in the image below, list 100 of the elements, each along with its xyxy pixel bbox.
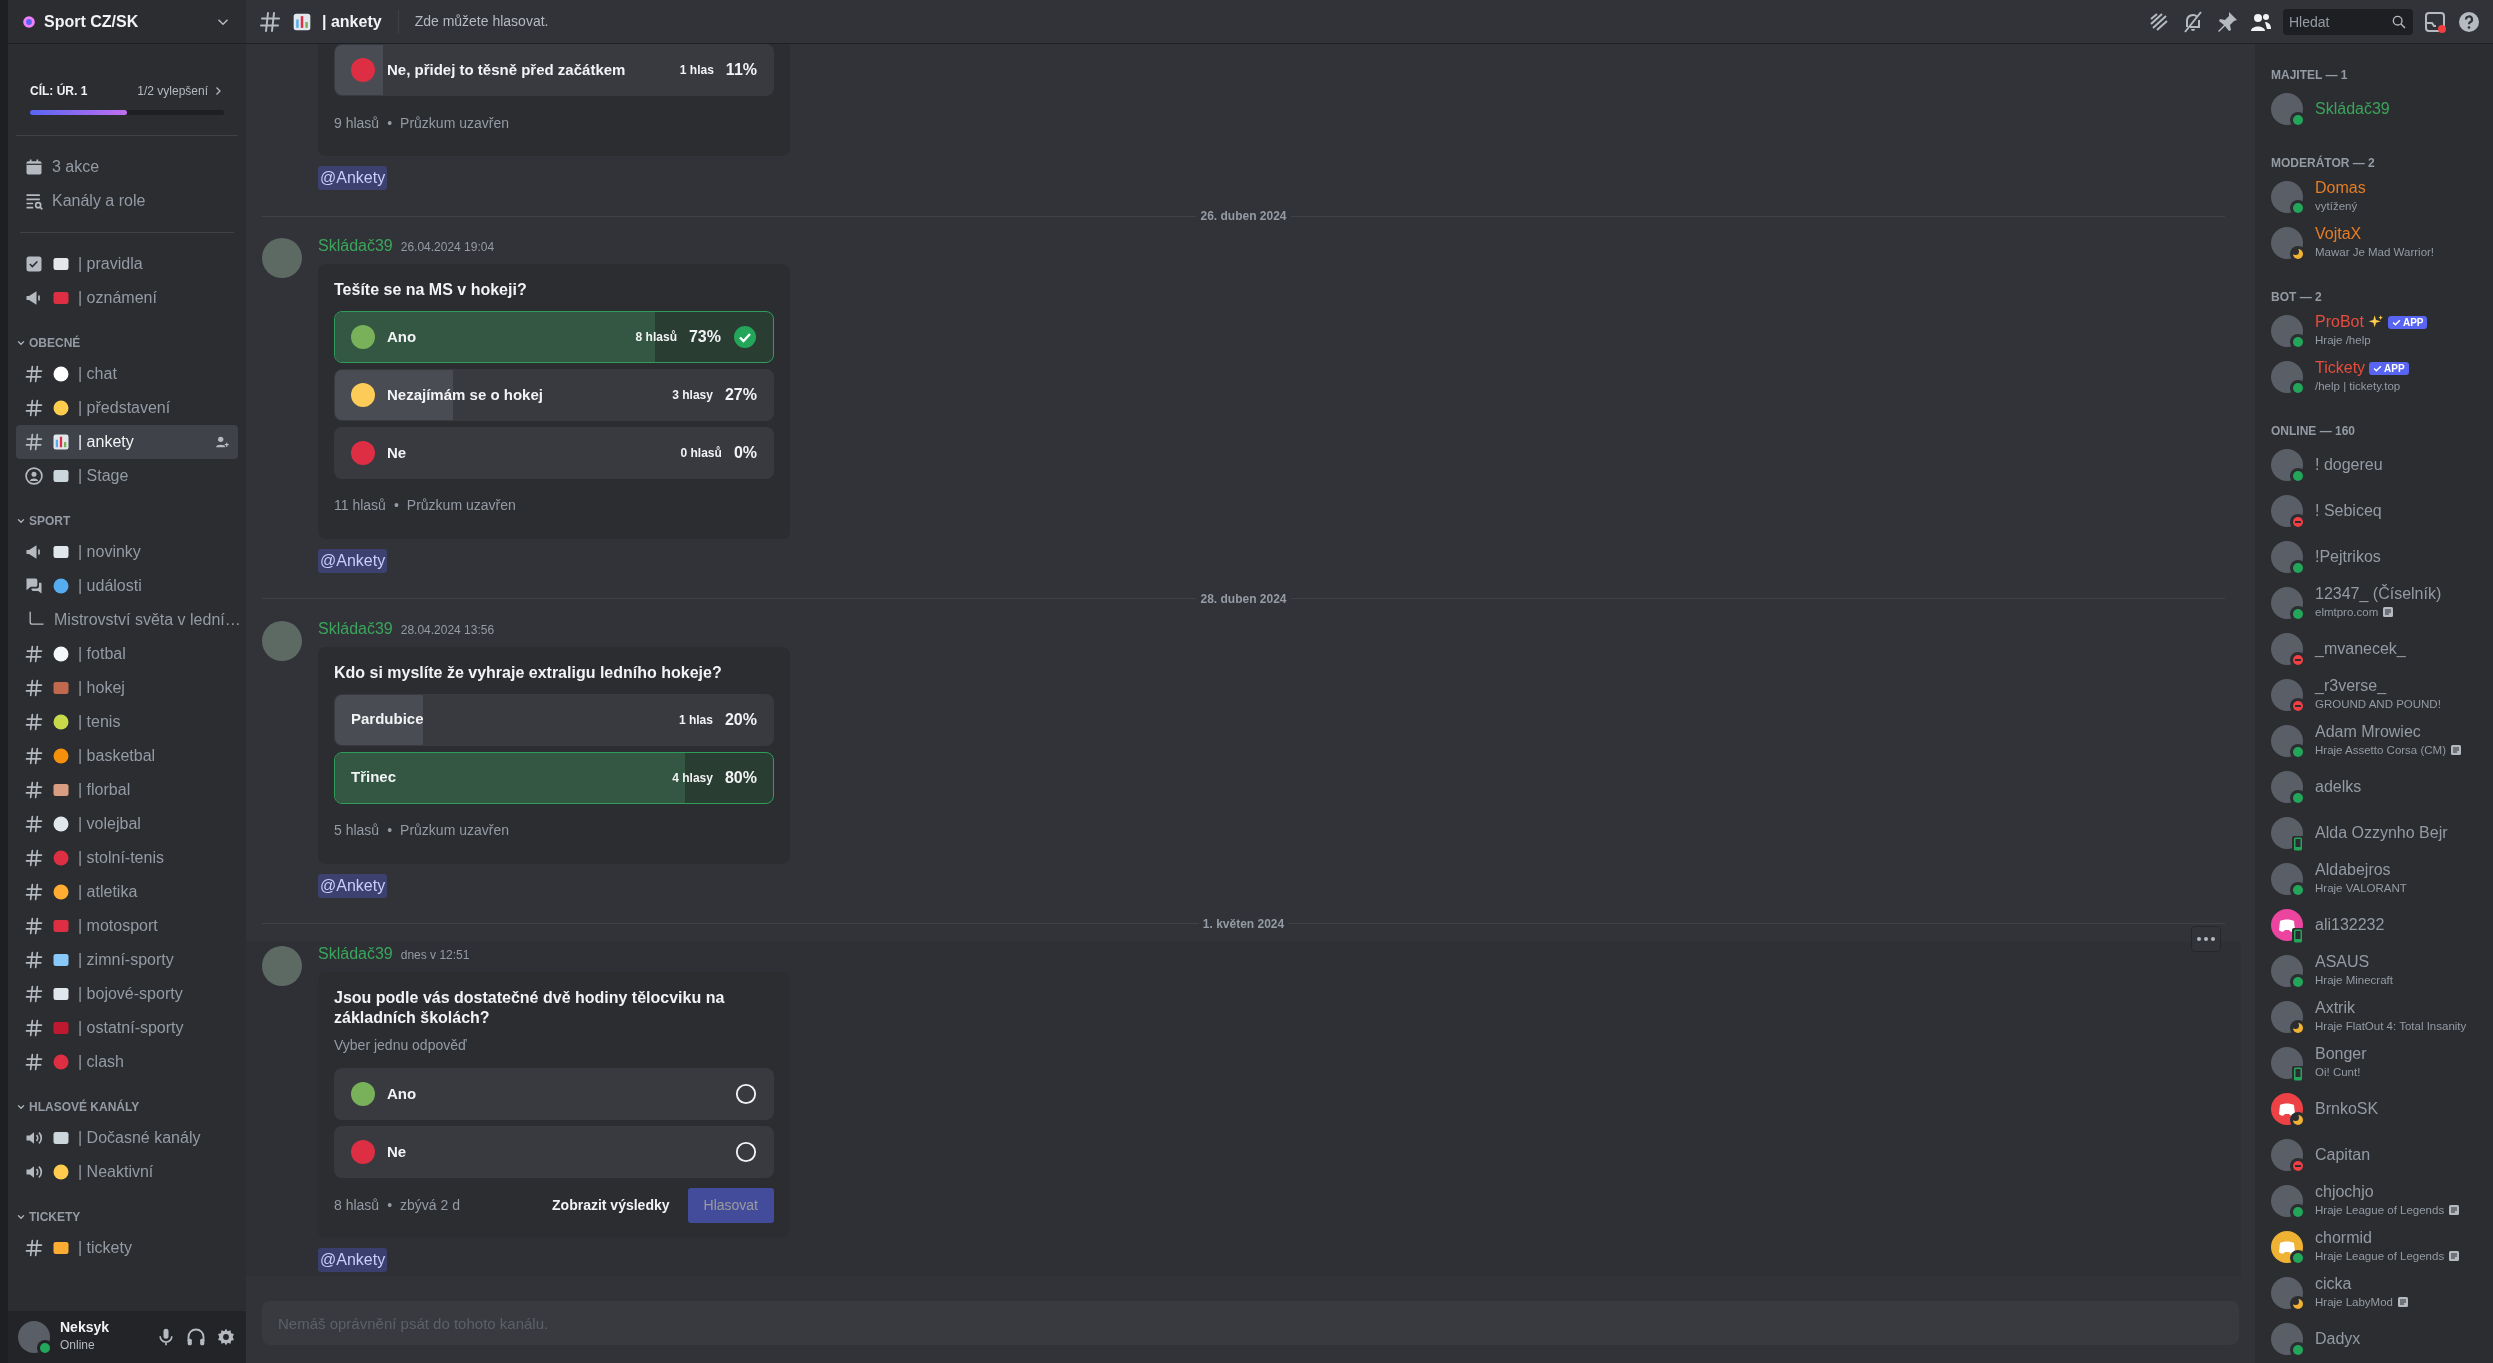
- channel-item[interactable]: | novinky: [16, 535, 238, 569]
- role-mention[interactable]: @Ankety: [318, 548, 388, 573]
- member-item[interactable]: adelks: [2263, 764, 2485, 810]
- member-item[interactable]: !Pejtrikos: [2263, 534, 2485, 580]
- channel-item[interactable]: | Stage: [16, 459, 238, 493]
- radio-icon[interactable]: [735, 1083, 757, 1106]
- vote-count: 0 hlasů: [680, 444, 722, 462]
- channel-item[interactable]: | tickety: [16, 1231, 238, 1265]
- member-item[interactable]: chjochjo Hraje League of Legends: [2263, 1178, 2485, 1224]
- emoji-icon: [52, 467, 70, 485]
- poll-status: Průzkum uzavřen: [400, 821, 509, 841]
- role-mention[interactable]: @Ankety: [318, 873, 388, 898]
- hash-icon: [24, 678, 44, 698]
- emoji-icon: [52, 815, 70, 833]
- member-item[interactable]: Domas vytížený: [2263, 174, 2485, 220]
- channel-item[interactable]: | zimní-sporty: [16, 943, 238, 977]
- member-group-header: BOT — 2: [2271, 289, 2323, 304]
- channel-item[interactable]: | ankety: [16, 425, 238, 459]
- category-header[interactable]: OBECNÉ: [16, 333, 238, 353]
- emoji-icon: [52, 951, 70, 969]
- server-name[interactable]: Sport CZ/SK: [44, 9, 214, 34]
- member-item[interactable]: Aldabejros Hraje VALORANT: [2263, 856, 2485, 902]
- member-group-header: ONLINE — 160: [2271, 423, 2357, 438]
- member-item[interactable]: cicka Hraje LabyMod: [2263, 1270, 2485, 1316]
- member-activity: Hraje FlatOut 4: Total Insanity: [2315, 1018, 2467, 1034]
- role-mention[interactable]: @Ankety: [318, 1248, 388, 1273]
- show-results-button[interactable]: Zobrazit výsledky: [542, 1188, 680, 1222]
- date-divider: 26. duben 2024: [1199, 208, 1288, 225]
- member-item[interactable]: _mvanecek_: [2263, 626, 2485, 672]
- inbox-icon[interactable]: [2423, 9, 2447, 34]
- channel-item[interactable]: | basketbal: [16, 739, 238, 773]
- member-item[interactable]: Capitan: [2263, 1132, 2485, 1178]
- headphones-icon[interactable]: [186, 1327, 206, 1347]
- channel-item[interactable]: | představení: [16, 391, 238, 425]
- boost-count-link[interactable]: 1/2 vylepšení: [137, 82, 208, 100]
- channel-item[interactable]: | pravidla: [16, 247, 238, 281]
- author-name[interactable]: Skládač39: [318, 234, 393, 258]
- category-header[interactable]: SPORT: [16, 511, 238, 531]
- channel-item[interactable]: Mistrovství světa v lední…: [16, 603, 238, 637]
- member-item[interactable]: ali132232: [2263, 902, 2485, 948]
- member-item[interactable]: _r3verse_ GROUND AND POUND!: [2263, 672, 2485, 718]
- vote-percent: 27%: [724, 384, 757, 405]
- member-item[interactable]: Bonger Oi! Cunt!: [2263, 1040, 2485, 1086]
- channel-item[interactable]: | bojové-sporty: [16, 977, 238, 1011]
- channel-item[interactable]: | oznámení: [16, 281, 238, 315]
- member-activity: Hraje LabyMod: [2315, 1294, 2393, 1310]
- hash-icon: [24, 1018, 44, 1038]
- sidebar-item[interactable]: Kanály a role: [16, 184, 238, 218]
- member-item[interactable]: Alda Ozzynho Bejr: [2263, 810, 2485, 856]
- member-item[interactable]: ASAUS Hraje Minecraft: [2263, 948, 2485, 994]
- member-item[interactable]: ! Sebiceq: [2263, 488, 2485, 534]
- member-item[interactable]: chormid Hraje League of Legends: [2263, 1224, 2485, 1270]
- member-item[interactable]: ! dogereu: [2263, 442, 2485, 488]
- channel-item[interactable]: | florbal: [16, 773, 238, 807]
- channel-item[interactable]: | atletika: [16, 875, 238, 909]
- poll-question: Jsou podle vás dostatečné dvě hodiny tělocviku na základních školách?: [334, 987, 726, 1029]
- member-name: Axtrik: [2315, 999, 2355, 1018]
- member-item[interactable]: Axtrik Hraje FlatOut 4: Total Insanity: [2263, 994, 2485, 1040]
- member-item[interactable]: Tickety APP /help | tickety.top: [2263, 354, 2485, 400]
- emoji-icon: [52, 781, 70, 799]
- search-field[interactable]: Hledat: [2283, 8, 2413, 35]
- search-icon: [2391, 13, 2407, 30]
- member-item[interactable]: BrnkoSK: [2263, 1086, 2485, 1132]
- poll-answer[interactable]: Ne: [334, 1126, 774, 1179]
- member-item[interactable]: ProBot APP Hraje /help: [2263, 308, 2485, 354]
- member-activity: vytížený: [2315, 198, 2358, 214]
- channel-item[interactable]: | tenis: [16, 705, 238, 739]
- channel-item[interactable]: | stolní-tenis: [16, 841, 238, 875]
- channel-item[interactable]: | volejbal: [16, 807, 238, 841]
- help-icon[interactable]: [2457, 9, 2481, 34]
- hash-icon: [24, 712, 44, 732]
- microphone-icon[interactable]: [156, 1327, 176, 1347]
- member-item[interactable]: VojtaX Mawar Je Mad Warrior!: [2263, 220, 2485, 266]
- author-name[interactable]: Skládač39: [318, 941, 393, 966]
- member-name: BrnkoSK: [2315, 1099, 2379, 1119]
- channel-item[interactable]: | Neaktivní: [16, 1155, 238, 1189]
- channel-item[interactable]: | ostatní-sporty: [16, 1011, 238, 1045]
- channel-item[interactable]: | hokej: [16, 671, 238, 705]
- channel-item[interactable]: | chat: [16, 357, 238, 391]
- role-mention[interactable]: @Ankety: [318, 166, 388, 190]
- poll-answer[interactable]: Ano: [334, 1068, 774, 1121]
- channel-item[interactable]: | fotbal: [16, 637, 238, 671]
- sidebar-item[interactable]: 3 akce: [16, 150, 238, 184]
- channel-item[interactable]: | události: [16, 569, 238, 603]
- member-item[interactable]: Adam Mrowiec Hraje Assetto Corsa (CM): [2263, 718, 2485, 764]
- category-header[interactable]: TICKETY: [16, 1207, 238, 1227]
- author-name[interactable]: Skládač39: [318, 616, 393, 641]
- channel-item[interactable]: | clash: [16, 1045, 238, 1079]
- more-options-button[interactable]: [2191, 925, 2221, 952]
- member-item[interactable]: Skládač39: [2263, 86, 2485, 132]
- settings-icon[interactable]: [216, 1327, 236, 1347]
- radio-icon[interactable]: [735, 1141, 757, 1164]
- bell-off-icon[interactable]: [2181, 9, 2205, 34]
- member-item[interactable]: 12347_ (Číselník) elmtpro.com: [2263, 580, 2485, 626]
- channel-item[interactable]: | motosport: [16, 909, 238, 943]
- channel-item[interactable]: | Dočasné kanály: [16, 1121, 238, 1155]
- member-item[interactable]: Dadyx: [2263, 1316, 2485, 1362]
- category-header[interactable]: HLASOVÉ KANÁLY: [16, 1097, 238, 1117]
- add-member-icon[interactable]: [214, 434, 230, 450]
- answer-label: Ne: [387, 442, 408, 463]
